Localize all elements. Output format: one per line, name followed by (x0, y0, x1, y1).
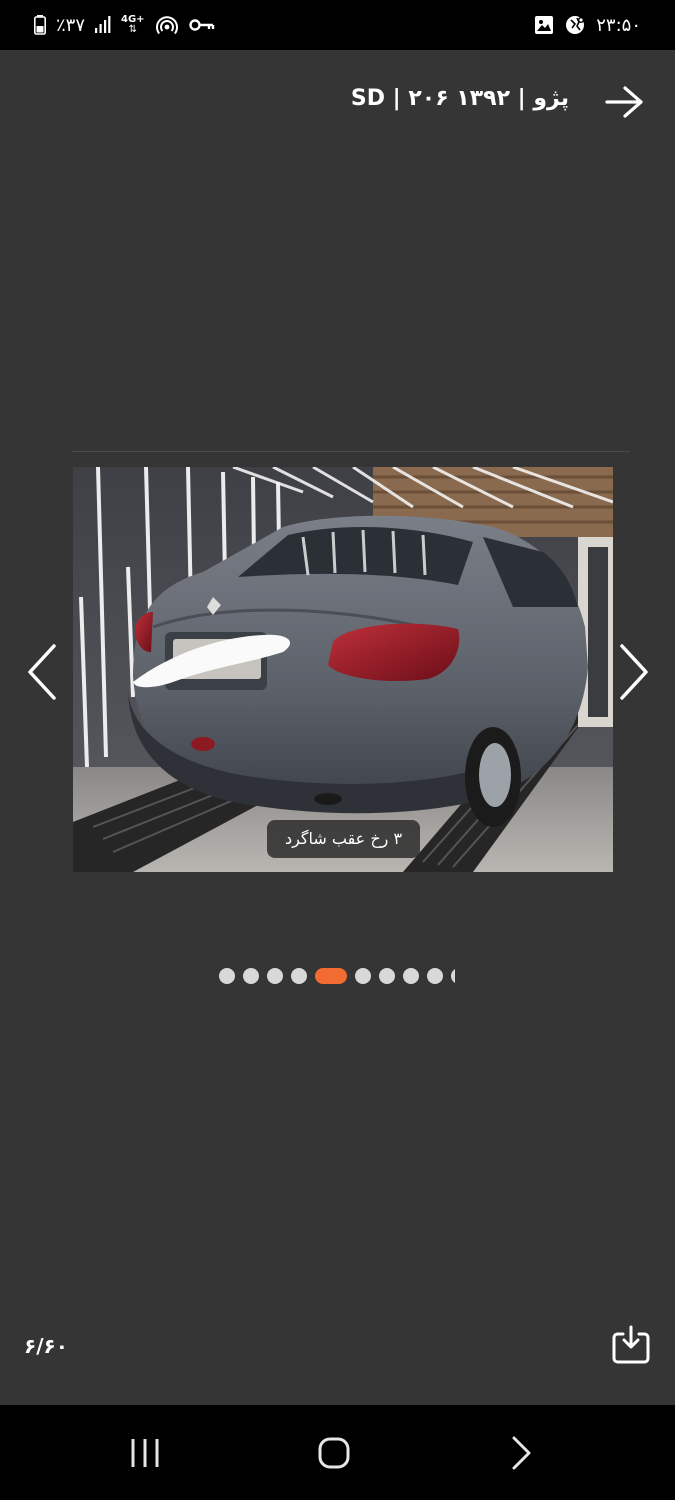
home-icon[interactable] (304, 1431, 364, 1475)
page-title: SD | ۲۰۶ ۱۳۹۲ | پژو (350, 86, 569, 111)
photo-caption: ۳ رخ عقب شاگرد (267, 820, 420, 858)
pagination-dot[interactable] (451, 968, 455, 984)
pagination-dot[interactable] (355, 968, 371, 984)
header: SD | ۲۰۶ ۱۳۹۲ | پژو (0, 50, 675, 155)
car-photo[interactable] (73, 467, 613, 872)
gallery-notification-icon (535, 16, 554, 34)
pagination-dot-active[interactable] (315, 968, 347, 984)
system-navigation-bar (0, 1405, 675, 1500)
network-type: 4G+ ⇅ (121, 14, 145, 35)
pagination-dot[interactable] (267, 968, 283, 984)
chevron-right-icon[interactable] (610, 640, 654, 704)
divider (72, 451, 630, 452)
system-back-icon[interactable] (492, 1431, 552, 1475)
car-photo-illustration (73, 467, 613, 872)
location-icon (566, 16, 585, 34)
battery-percent: ٪۳۷ (56, 14, 86, 36)
arrow-right-icon[interactable] (603, 84, 645, 120)
pagination-dot[interactable] (379, 968, 395, 984)
status-left-group: ٪۳۷ 4G+ ⇅ (34, 12, 215, 38)
vpn-key-icon (188, 19, 214, 31)
pagination-dot[interactable] (219, 968, 235, 984)
clock: ۲۳:۵۰ (596, 14, 641, 36)
chevron-left-icon[interactable] (22, 640, 66, 704)
photo-counter: ۶/۶۰ (24, 1334, 68, 1358)
recents-icon[interactable] (115, 1431, 175, 1475)
hotspot-icon (155, 16, 178, 35)
pagination-dot[interactable] (403, 968, 419, 984)
pagination-dot[interactable] (291, 968, 307, 984)
status-bar: ٪۳۷ 4G+ ⇅ ۲۳:۵۰ (0, 0, 675, 50)
signal-icon (95, 16, 111, 33)
pagination-dots (219, 967, 455, 985)
pagination-dot[interactable] (427, 968, 443, 984)
battery-icon (34, 15, 46, 35)
download-icon[interactable] (610, 1324, 652, 1366)
pagination-dot[interactable] (243, 968, 259, 984)
status-right-group: ۲۳:۵۰ (534, 12, 641, 38)
